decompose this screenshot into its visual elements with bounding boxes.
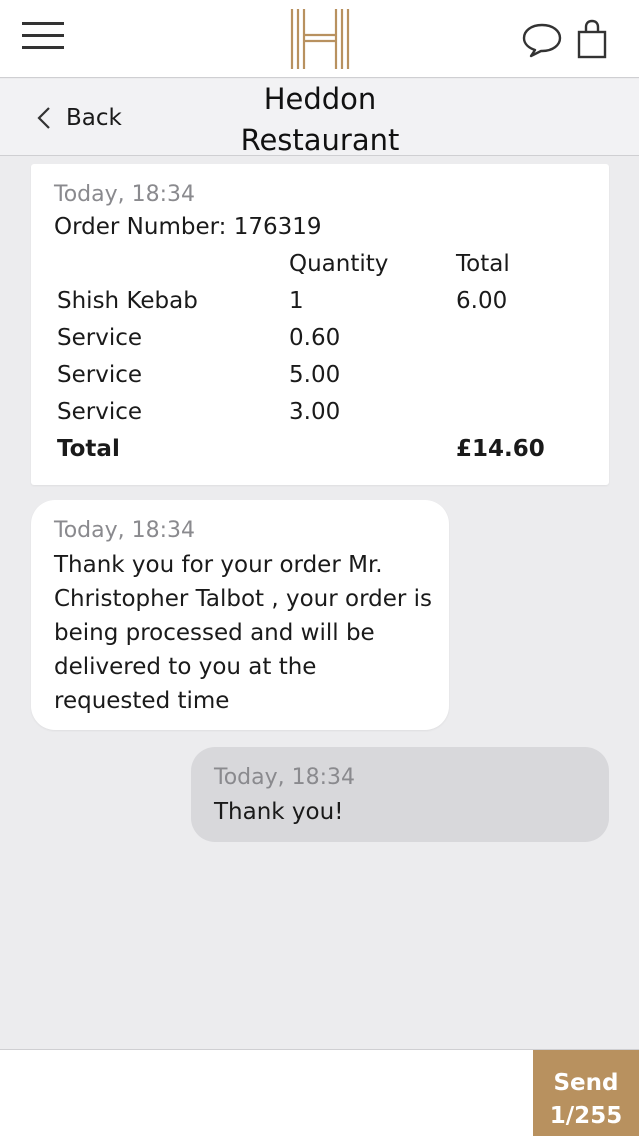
total-value: £14.60 [456, 436, 545, 462]
item-quantity: 3.00 [289, 399, 341, 425]
item-quantity: 5.00 [289, 362, 341, 388]
page-title-line-2: Restaurant [240, 123, 400, 157]
order-summary-card: Today, 18:34 Order Number: 176319 Quanti… [31, 164, 609, 485]
order-item-row: Service 0.60 [31, 320, 609, 357]
total-label: Total [57, 436, 120, 462]
message-composer: Send 1/255 [0, 1049, 639, 1136]
hamburger-menu-icon[interactable] [22, 22, 64, 50]
top-app-bar [0, 0, 639, 78]
incoming-message-bubble: Today, 18:34 Thank you for your order Mr… [31, 500, 449, 730]
item-quantity: 0.60 [289, 325, 341, 351]
item-quantity: 1 [289, 288, 304, 314]
back-label: Back [66, 105, 122, 131]
message-text: Thank you! [214, 799, 344, 825]
message-timestamp: Today, 18:34 [214, 765, 356, 790]
message-input[interactable] [0, 1050, 533, 1136]
item-name: Service [57, 362, 143, 388]
quantity-header: Quantity [289, 251, 389, 277]
char-count: 1/255 [549, 1103, 623, 1129]
order-number: Order Number: 176319 [54, 214, 322, 240]
item-name: Service [57, 399, 143, 425]
sub-header: Back Heddon Restaurant [0, 79, 639, 157]
message-timestamp: Today, 18:34 [54, 518, 196, 543]
order-table: Quantity Total Shish Kebab 1 6.00 Servic… [31, 246, 609, 468]
item-total: 6.00 [456, 288, 508, 314]
order-table-header: Quantity Total [31, 246, 609, 283]
send-button[interactable]: Send 1/255 [533, 1050, 639, 1136]
page-title: Heddon Restaurant [200, 79, 440, 161]
h-monogram-logo [290, 9, 350, 69]
item-name: Service [57, 325, 143, 351]
item-name: Shish Kebab [57, 288, 198, 314]
outgoing-message-bubble: Today, 18:34 Thank you! [191, 747, 609, 842]
message-text: Thank you for your order Mr. Christopher… [54, 552, 433, 714]
order-timestamp: Today, 18:34 [54, 182, 196, 207]
shopping-bag-icon[interactable] [576, 19, 608, 59]
send-label: Send [553, 1070, 619, 1096]
page-title-line-1: Heddon [263, 82, 377, 116]
order-item-row: Service 3.00 [31, 394, 609, 431]
total-header: Total [456, 251, 510, 277]
order-item-row: Service 5.00 [31, 357, 609, 394]
chat-bubble-icon[interactable] [521, 22, 563, 58]
chevron-left-icon [37, 107, 50, 129]
order-total-row: Total £14.60 [31, 431, 609, 468]
back-button[interactable]: Back [36, 103, 122, 133]
order-item-row: Shish Kebab 1 6.00 [31, 283, 609, 320]
